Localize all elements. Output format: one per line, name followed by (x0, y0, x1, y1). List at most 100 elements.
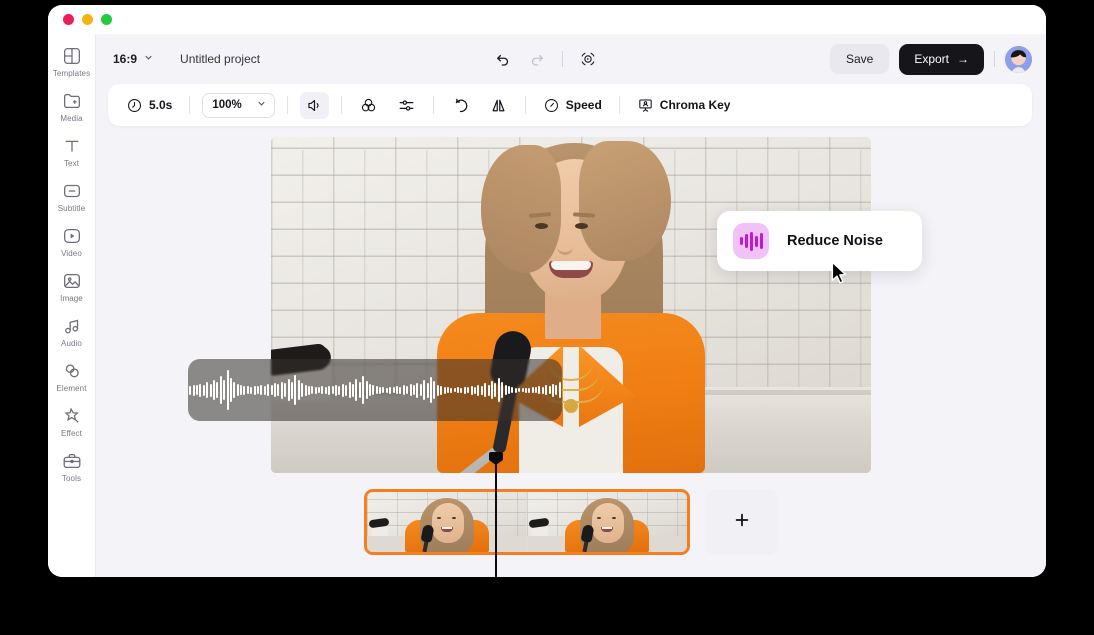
color-filter-button[interactable] (354, 92, 383, 119)
clock-icon (126, 97, 143, 114)
element-icon (61, 360, 83, 382)
sidebar-label: Subtitle (57, 204, 86, 213)
audio-icon (61, 315, 83, 337)
rotate-button[interactable] (446, 92, 475, 119)
playhead-marker[interactable] (488, 452, 503, 577)
redo-icon[interactable] (528, 50, 546, 68)
divider (524, 96, 526, 114)
sidebar-item-element[interactable]: Element (49, 360, 95, 394)
sidebar-label: Templates (52, 69, 91, 78)
flip-button[interactable] (484, 92, 513, 119)
selected-clip-group[interactable] (364, 489, 690, 555)
sidebar-item-templates[interactable]: Templates (49, 45, 95, 79)
preview-render-icon[interactable] (579, 50, 597, 68)
divider (340, 96, 342, 114)
maximize-window-button[interactable] (101, 14, 112, 25)
app-window: Templates Media Text Subtitle Video Imag… (48, 5, 1046, 577)
plus-icon (732, 510, 752, 535)
chroma-key-icon (637, 97, 654, 114)
sidebar-label: Effect (61, 429, 82, 438)
avatar[interactable] (1005, 45, 1032, 73)
sidebar-label: Tools (61, 474, 82, 483)
adjust-sliders-icon (397, 96, 416, 115)
sidebar-item-text[interactable]: Text (49, 135, 95, 169)
sidebar-label: Image (60, 294, 83, 303)
video-preview[interactable]: Reduce Noise (188, 137, 922, 473)
sidebar-item-tools[interactable]: Tools (49, 450, 95, 484)
divider (561, 51, 563, 67)
zoom-level-select[interactable]: 100% (202, 92, 275, 118)
speed-button[interactable]: Speed (538, 93, 607, 118)
volume-button[interactable] (299, 91, 329, 119)
chroma-key-label: Chroma Key (659, 98, 731, 112)
sidebar-item-video[interactable]: Video (49, 225, 95, 259)
top-bar: 16:9 Untitled project Save Export → (96, 34, 1046, 84)
volume-icon (305, 96, 324, 115)
project-name-field[interactable]: Untitled project (180, 52, 260, 66)
duration-button[interactable]: 5.0s (121, 93, 177, 118)
text-icon (61, 135, 83, 157)
chevron-down-icon (143, 52, 154, 66)
undo-icon[interactable] (494, 50, 512, 68)
preview-stage: Reduce Noise (96, 126, 1046, 473)
sidebar-item-media[interactable]: Media (49, 90, 95, 124)
audio-wave-icon (733, 223, 769, 259)
rotate-icon (451, 96, 470, 115)
left-sidebar: Templates Media Text Subtitle Video Imag… (48, 34, 96, 577)
speed-gauge-icon (543, 97, 560, 114)
divider (994, 51, 995, 67)
sidebar-label: Video (61, 249, 82, 258)
templates-icon (61, 45, 83, 67)
topbar-center-actions (270, 50, 820, 68)
editor-content: 16:9 Untitled project Save Export → 5.0s… (96, 34, 1046, 577)
scene-person (271, 137, 871, 473)
subtitle-icon (61, 180, 83, 202)
video-icon (61, 225, 83, 247)
export-button[interactable]: Export → (899, 43, 984, 75)
reduce-noise-label: Reduce Noise (787, 233, 883, 249)
color-filter-icon (359, 96, 378, 115)
flip-horizontal-icon (489, 96, 508, 115)
aspect-ratio-value: 16:9 (113, 52, 138, 66)
titlebar (48, 5, 1046, 34)
sidebar-label: Text (63, 159, 80, 168)
speed-label: Speed (565, 98, 602, 112)
sidebar-item-effect[interactable]: Effect (49, 405, 95, 439)
effect-icon (61, 405, 83, 427)
image-icon (61, 270, 83, 292)
divider (189, 96, 191, 114)
sidebar-item-audio[interactable]: Audio (49, 315, 95, 349)
close-window-button[interactable] (63, 14, 74, 25)
edit-toolbar: 5.0s 100% Speed Chroma Key (108, 84, 1032, 126)
chroma-key-button[interactable]: Chroma Key (632, 93, 736, 118)
sidebar-label: Element (56, 384, 87, 393)
video-frame (271, 137, 871, 473)
mouse-pointer (831, 261, 848, 285)
zoom-level-value: 100% (212, 99, 242, 111)
export-label: Export (914, 52, 949, 66)
aspect-ratio-selector[interactable]: 16:9 (113, 52, 154, 66)
timeline-clip-thumbnail[interactable] (367, 492, 527, 552)
sidebar-item-subtitle[interactable]: Subtitle (49, 180, 95, 214)
timeline (96, 467, 1046, 577)
reduce-noise-popup[interactable]: Reduce Noise (717, 211, 922, 271)
adjust-button[interactable] (392, 92, 421, 119)
minimize-window-button[interactable] (82, 14, 93, 25)
sidebar-label: Media (60, 114, 83, 123)
media-icon (61, 90, 83, 112)
waveform-bars (188, 367, 562, 413)
arrow-right-icon: → (957, 52, 969, 66)
divider (432, 96, 434, 114)
audio-waveform-overlay[interactable] (188, 359, 562, 421)
duration-value: 5.0s (149, 98, 173, 112)
timeline-track (364, 489, 778, 555)
chevron-down-icon (256, 98, 267, 112)
timeline-clip-thumbnail[interactable] (527, 492, 687, 552)
divider (618, 96, 620, 114)
sidebar-item-image[interactable]: Image (49, 270, 95, 304)
save-button[interactable]: Save (829, 44, 890, 74)
divider (286, 96, 288, 114)
add-clip-button[interactable] (706, 489, 778, 555)
tools-icon (61, 450, 83, 472)
sidebar-label: Audio (61, 339, 82, 348)
